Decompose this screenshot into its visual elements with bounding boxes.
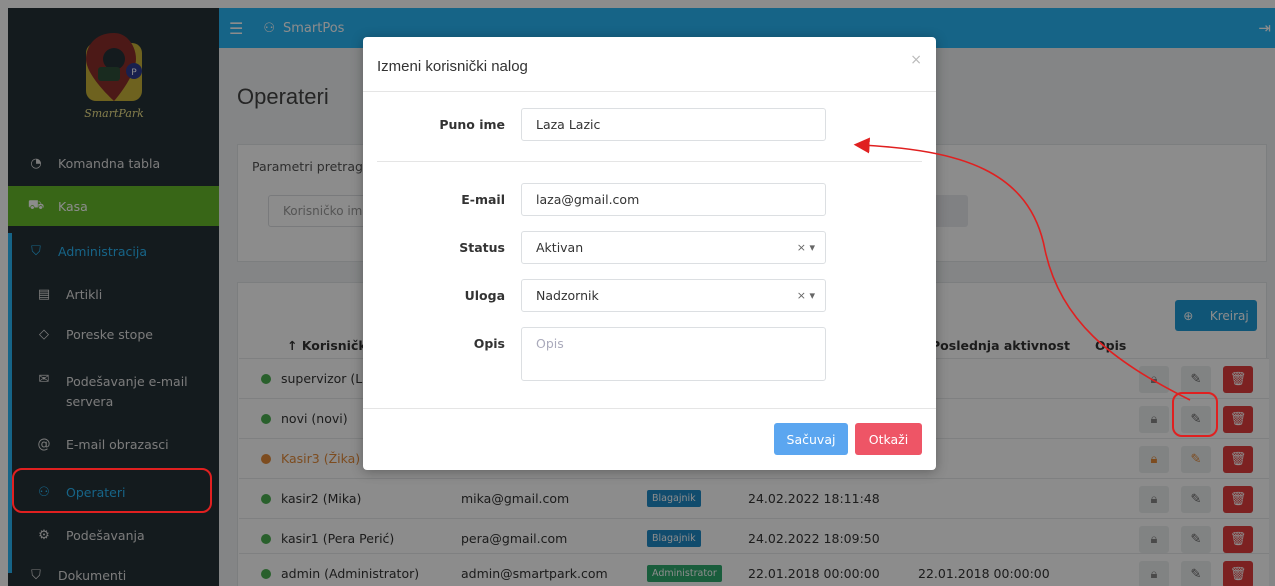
annotation-arrow: [853, 137, 1191, 401]
